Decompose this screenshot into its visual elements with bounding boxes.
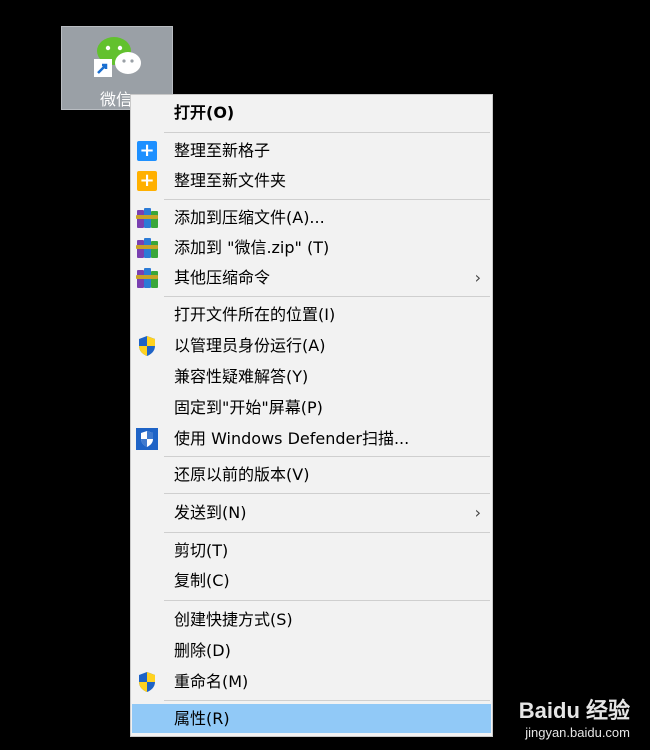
menu-item-label: 添加到 "微信.zip" (T) xyxy=(174,238,330,257)
menu-separator xyxy=(164,532,490,533)
menu-item-label: 以管理员身份运行(A) xyxy=(174,336,326,355)
orange-plus-icon: + xyxy=(136,170,158,192)
menu-item-label: 复制(C) xyxy=(174,571,230,590)
defender-shield-icon xyxy=(136,428,158,450)
menu-item-label: 固定到"开始"屏幕(P) xyxy=(174,398,323,417)
menu-item-label: 属性(R) xyxy=(174,709,230,728)
menu-separator xyxy=(164,296,490,297)
menu-item-label: 创建快捷方式(S) xyxy=(174,610,293,629)
menu-item-label: 重命名(M) xyxy=(174,672,249,691)
wechat-icon xyxy=(94,37,141,77)
menu-item-label: 使用 Windows Defender扫描... xyxy=(174,429,410,448)
menu-separator xyxy=(164,456,490,457)
context-menu: 打开(O) + 整理至新格子 + 整理至新文件夹 添加到压缩文件(A)... 添… xyxy=(130,94,493,737)
watermark-url: jingyan.baidu.com xyxy=(525,725,630,740)
menu-item-properties[interactable]: 属性(R) xyxy=(132,704,491,733)
menu-item-label: 整理至新格子 xyxy=(174,141,271,160)
winrar-icon xyxy=(136,267,158,289)
uac-shield-icon xyxy=(136,335,158,357)
winrar-icon xyxy=(136,207,158,229)
chevron-right-icon: › xyxy=(474,503,481,522)
uac-shield-icon xyxy=(136,671,158,693)
chevron-right-icon: › xyxy=(474,268,481,287)
menu-separator xyxy=(164,132,490,133)
menu-item-label: 发送到(N) xyxy=(174,503,247,522)
menu-item-label: 剪切(T) xyxy=(174,541,229,560)
menu-item-defender-scan[interactable]: 使用 Windows Defender扫描... xyxy=(132,424,491,453)
menu-item-label: 打开(O) xyxy=(174,103,235,122)
menu-item-label: 还原以前的版本(V) xyxy=(174,465,310,484)
menu-item-organize-new-folder[interactable]: + 整理至新文件夹 xyxy=(132,166,491,195)
menu-item-send-to[interactable]: 发送到(N) › xyxy=(132,498,491,527)
menu-item-label: 添加到压缩文件(A)... xyxy=(174,208,325,227)
menu-separator xyxy=(164,199,490,200)
menu-separator xyxy=(164,493,490,494)
menu-item-label: 其他压缩命令 xyxy=(174,268,271,287)
menu-separator xyxy=(164,700,490,701)
menu-item-cut[interactable]: 剪切(T) xyxy=(132,536,491,565)
menu-item-open-file-location[interactable]: 打开文件所在的位置(I) xyxy=(132,300,491,329)
menu-separator xyxy=(164,600,490,601)
menu-item-delete[interactable]: 删除(D) xyxy=(132,636,491,665)
menu-item-open[interactable]: 打开(O) xyxy=(132,98,491,127)
menu-item-run-as-admin[interactable]: 以管理员身份运行(A) xyxy=(132,331,491,360)
menu-item-add-to-archive[interactable]: 添加到压缩文件(A)... xyxy=(132,203,491,232)
menu-item-label: 删除(D) xyxy=(174,641,231,660)
baidu-watermark: Baidu 经验 jingyan.baidu.com xyxy=(519,693,630,740)
menu-item-copy[interactable]: 复制(C) xyxy=(132,566,491,595)
menu-item-pin-to-start[interactable]: 固定到"开始"屏幕(P) xyxy=(132,393,491,422)
blue-plus-icon: + xyxy=(136,140,158,162)
menu-item-other-compress[interactable]: 其他压缩命令 › xyxy=(132,263,491,292)
menu-item-rename[interactable]: 重命名(M) xyxy=(132,667,491,696)
winrar-icon xyxy=(136,237,158,259)
menu-item-label: 整理至新文件夹 xyxy=(174,171,287,190)
menu-item-restore-previous[interactable]: 还原以前的版本(V) xyxy=(132,460,491,489)
menu-item-create-shortcut[interactable]: 创建快捷方式(S) xyxy=(132,605,491,634)
menu-item-label: 兼容性疑难解答(Y) xyxy=(174,367,309,386)
menu-item-organize-new-box[interactable]: + 整理至新格子 xyxy=(132,136,491,165)
menu-item-label: 打开文件所在的位置(I) xyxy=(174,305,336,324)
menu-item-add-to-zip[interactable]: 添加到 "微信.zip" (T) xyxy=(132,233,491,262)
menu-item-troubleshoot-compat[interactable]: 兼容性疑难解答(Y) xyxy=(132,362,491,391)
watermark-title: Baidu 经验 xyxy=(518,698,630,723)
